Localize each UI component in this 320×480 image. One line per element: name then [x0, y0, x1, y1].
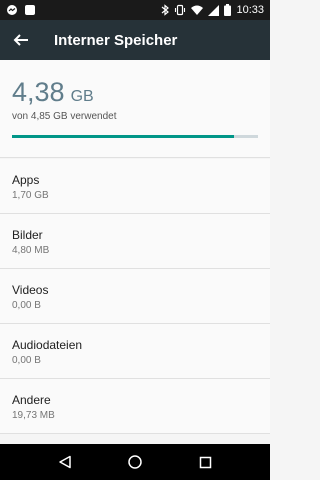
storage-progress-bar	[12, 135, 258, 138]
used-unit: GB	[70, 88, 94, 105]
list-item-value: 1,70 GB	[12, 190, 49, 201]
list-item-images[interactable]: Bilder 4,80 MB	[0, 214, 270, 269]
nav-recents-button[interactable]	[190, 447, 220, 477]
used-amount: 4,38 GB	[12, 77, 94, 108]
list-item-label: Audiodateien	[12, 338, 83, 352]
list-item-value: 0,00 B	[12, 355, 41, 366]
list-item-label: Andere	[12, 393, 51, 407]
bluetooth-icon	[161, 4, 170, 16]
app-bar: Interner Speicher	[0, 20, 270, 60]
signal-icon	[208, 4, 220, 16]
back-triangle-icon	[59, 455, 71, 469]
messenger-icon	[6, 4, 18, 16]
back-button[interactable]	[0, 20, 42, 60]
nav-home-button[interactable]	[120, 447, 150, 477]
list-item-value: 0,00 B	[12, 300, 41, 311]
navigation-bar	[0, 444, 270, 480]
storage-category-list: Apps 1,70 GB Bilder 4,80 MB Videos 0,00 …	[0, 159, 270, 434]
list-item-audio[interactable]: Audiodateien 0,00 B	[0, 324, 270, 379]
used-subtitle: von 4,85 GB verwendet	[12, 111, 117, 122]
used-value: 4,38	[12, 77, 65, 107]
storage-progress-fill	[12, 135, 235, 138]
recents-square-icon	[199, 456, 211, 468]
page-title: Interner Speicher	[54, 31, 178, 49]
list-item-value: 19,73 MB	[12, 410, 55, 421]
list-item-other[interactable]: Andere 19,73 MB	[0, 379, 270, 434]
list-item-label: Apps	[12, 173, 40, 187]
list-item-label: Videos	[12, 283, 49, 297]
notification-icon	[24, 4, 36, 16]
status-bar: 10:33	[0, 0, 270, 20]
storage-summary: 4,38 GB von 4,85 GB verwendet	[0, 60, 270, 158]
list-item-label: Bilder	[12, 228, 43, 242]
home-circle-icon	[128, 455, 142, 469]
list-item-videos[interactable]: Videos 0,00 B	[0, 269, 270, 324]
vibrate-icon	[174, 4, 186, 16]
battery-icon	[224, 4, 232, 16]
arrow-back-icon	[13, 34, 28, 46]
status-time: 10:33	[236, 4, 264, 16]
nav-back-button[interactable]	[50, 447, 80, 477]
list-item-apps[interactable]: Apps 1,70 GB	[0, 159, 270, 214]
list-item-value: 4,80 MB	[12, 245, 50, 256]
wifi-icon	[191, 5, 204, 16]
